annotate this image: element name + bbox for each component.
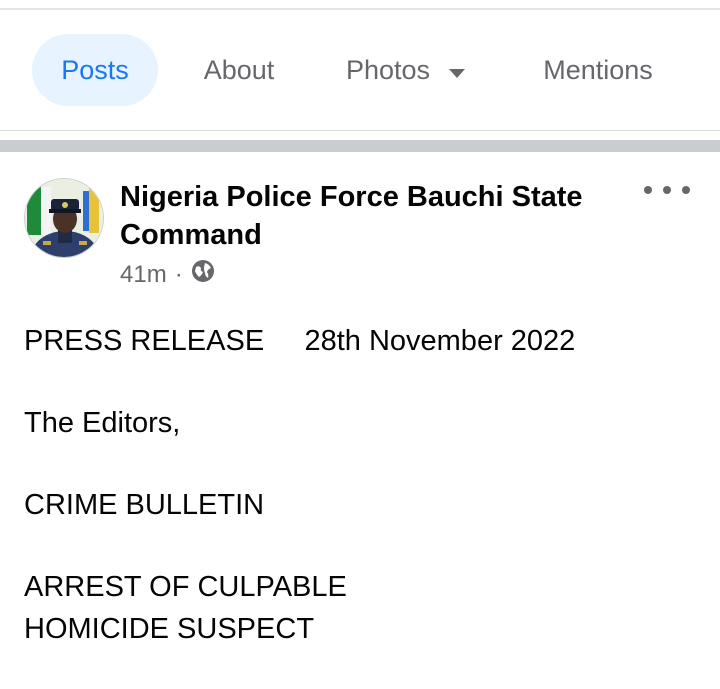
salutation: The Editors, <box>24 407 181 439</box>
globe-icon[interactable] <box>191 259 215 290</box>
profile-tabs: Posts About Photos Mentions <box>0 10 720 132</box>
headline-line-1: ARREST OF CULPABLE <box>24 571 347 603</box>
police-officer-avatar-image <box>25 179 103 257</box>
tab-posts[interactable]: Posts <box>32 34 158 106</box>
press-release-date: 28th November 2022 <box>304 325 576 357</box>
tab-photos-label: Photos <box>345 54 431 85</box>
tab-posts-label: Posts <box>61 54 129 85</box>
section-divider <box>0 140 720 152</box>
tab-mentions-label: Mentions <box>543 54 653 85</box>
post-card: Nigeria Police Force Bauchi State Comman… <box>0 152 720 689</box>
post-body: PRESS RELEASE 28th November 2022 The Edi… <box>24 320 704 650</box>
tab-mentions[interactable]: Mentions <box>516 34 680 106</box>
headline-line-2: HOMICIDE SUSPECT <box>24 613 315 645</box>
more-dot <box>682 186 690 194</box>
tab-about[interactable]: About <box>178 34 300 106</box>
meta-separator: · <box>174 260 183 288</box>
bulletin-title: CRIME BULLETIN <box>24 489 265 521</box>
post-author-name[interactable]: Nigeria Police Force Bauchi State Comman… <box>120 178 620 254</box>
post-meta: 41m · <box>120 259 215 290</box>
more-dot <box>644 186 652 194</box>
press-release-line: PRESS RELEASE 28th November 2022 <box>24 320 704 362</box>
post-timestamp[interactable]: 41m <box>120 261 167 289</box>
more-options-icon[interactable] <box>644 180 690 200</box>
press-release-heading: PRESS RELEASE <box>24 325 265 357</box>
more-dot <box>663 186 671 194</box>
tabs-divider <box>0 130 720 131</box>
tab-about-label: About <box>203 54 275 85</box>
avatar[interactable] <box>24 178 104 258</box>
caret-down-icon[interactable] <box>448 55 466 86</box>
tab-photos[interactable]: Photos <box>326 34 486 106</box>
